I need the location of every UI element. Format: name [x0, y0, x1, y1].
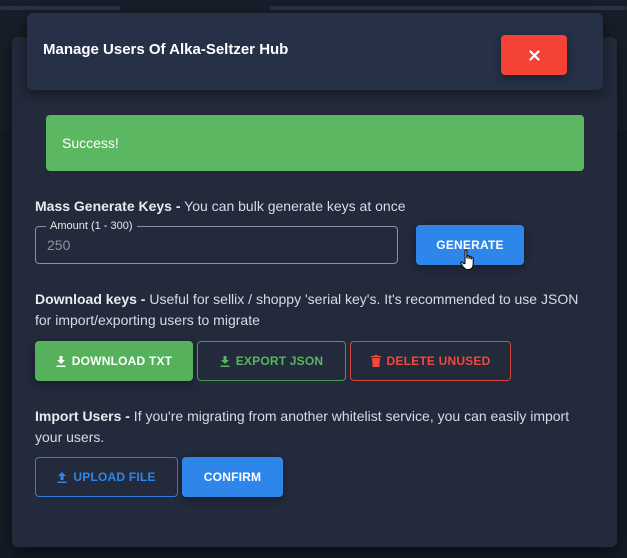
download-txt-label: DOWNLOAD TXT [71, 354, 173, 368]
background-column [0, 130, 12, 558]
download-heading: Download keys - [35, 291, 146, 307]
delete-unused-button[interactable]: DELETE UNUSED [350, 341, 511, 381]
download-description: Download keys - Useful for sellix / shop… [35, 289, 583, 331]
amount-field: Amount (1 - 300) [35, 219, 398, 264]
confirm-button[interactable]: CONFIRM [182, 457, 283, 497]
upload-file-button[interactable]: UPLOAD FILE [35, 457, 178, 497]
mass-generate-text: You can bulk generate keys at once [180, 198, 406, 214]
download-icon [220, 355, 230, 367]
export-json-button[interactable]: EXPORT JSON [197, 341, 346, 381]
import-heading: Import Users - [35, 408, 130, 424]
close-button[interactable] [501, 35, 567, 75]
background-bar [0, 6, 120, 10]
background-bar [270, 6, 627, 10]
download-txt-button[interactable]: DOWNLOAD TXT [35, 341, 193, 381]
confirm-label: CONFIRM [203, 470, 262, 484]
mass-generate-heading: Mass Generate Keys - [35, 198, 181, 214]
upload-icon [57, 471, 67, 483]
upload-file-label: UPLOAD FILE [73, 470, 156, 484]
alert-text: Success! [62, 135, 119, 151]
modal-title: Manage Users Of Alka-Seltzer Hub [43, 41, 289, 58]
close-icon [528, 49, 540, 61]
hand-cursor-icon [460, 249, 474, 271]
delete-unused-label: DELETE UNUSED [386, 354, 491, 368]
modal-header: Manage Users Of Alka-Seltzer Hub [27, 13, 603, 90]
trash-icon [370, 355, 381, 367]
import-description: Import Users - If you're migrating from … [35, 406, 583, 448]
success-alert: Success! [46, 115, 584, 171]
download-icon [56, 355, 66, 367]
export-json-label: EXPORT JSON [235, 354, 324, 368]
amount-label: Amount (1 - 300) [46, 219, 137, 233]
mass-generate-description: Mass Generate Keys - You can bulk genera… [35, 196, 583, 217]
